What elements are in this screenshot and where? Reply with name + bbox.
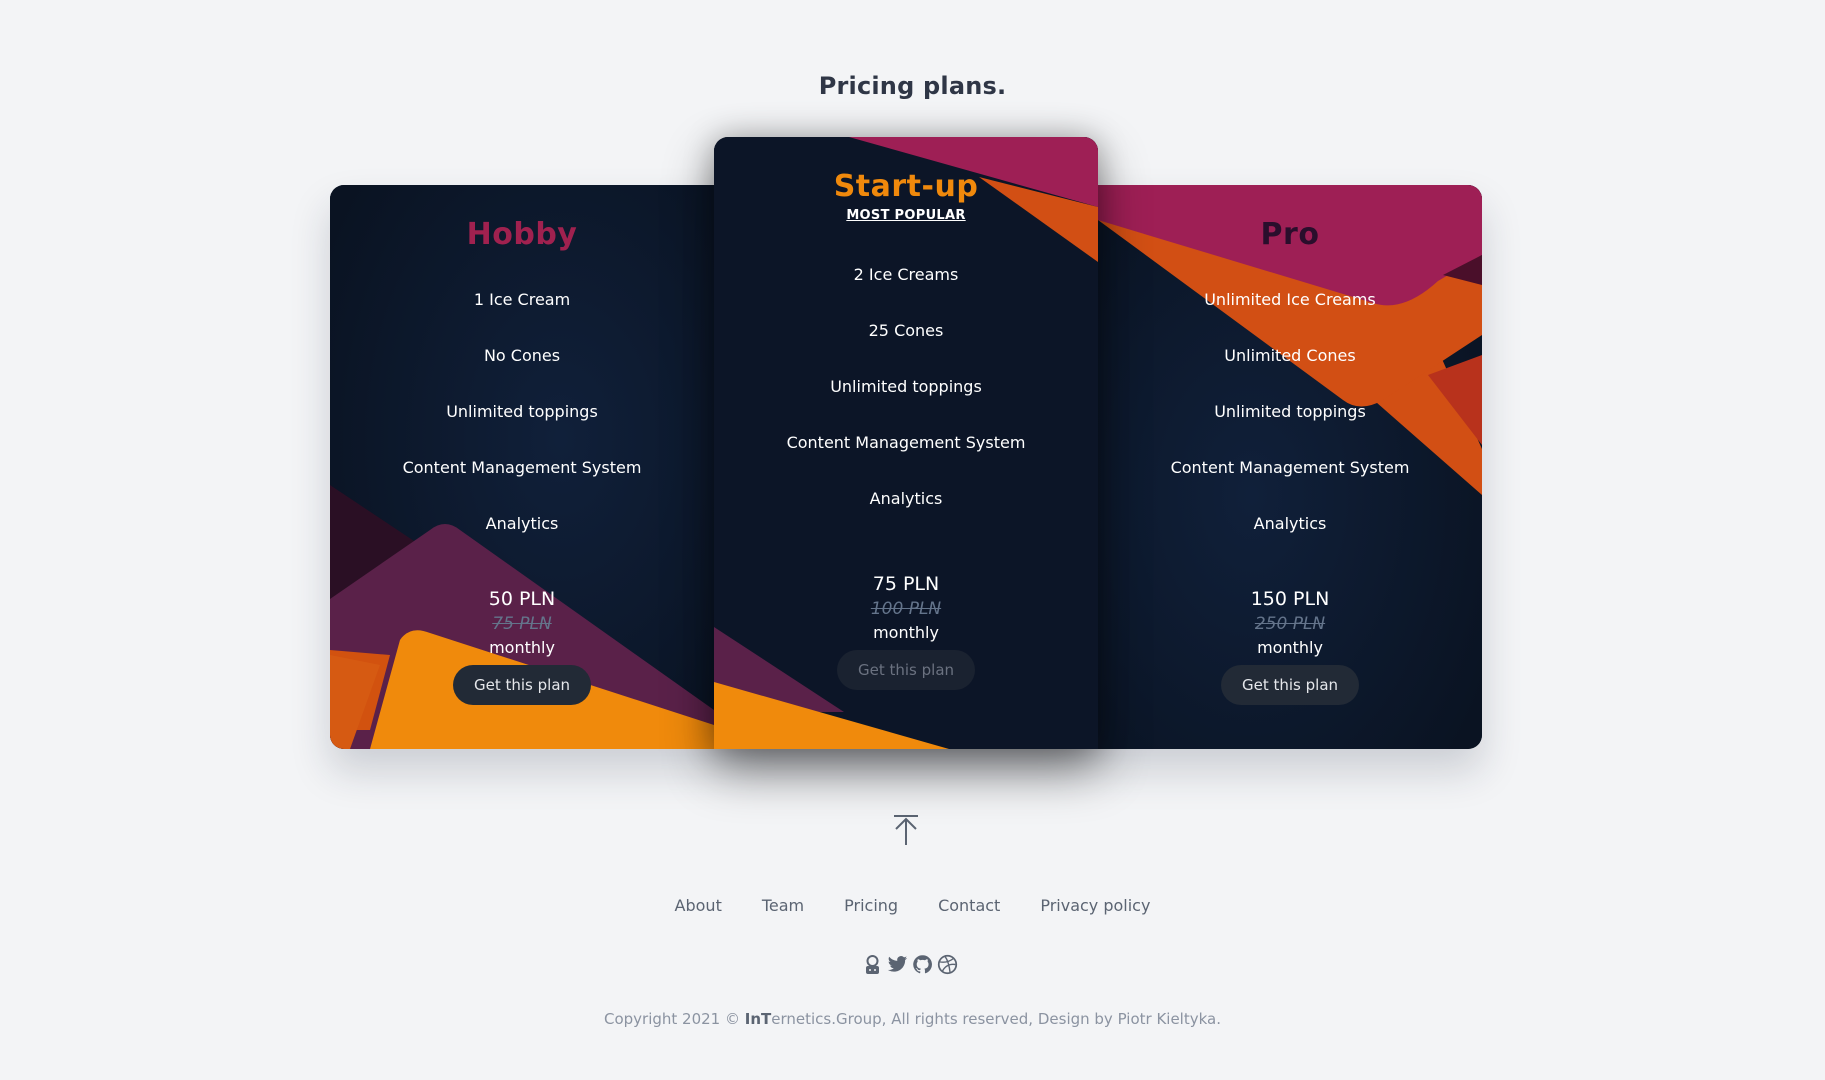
old-price: 100 PLN: [870, 599, 942, 619]
feature-item: Content Management System: [1170, 458, 1410, 477]
price-block: 150 PLN 250 PLN monthly Get this plan: [1098, 586, 1482, 705]
keybase-icon[interactable]: [862, 954, 883, 975]
feature-item: 25 Cones: [868, 321, 944, 340]
copyright-suffix: ernetics.Group, All rights reserved, Des…: [771, 1010, 1221, 1028]
get-plan-button-hobby[interactable]: Get this plan: [453, 665, 591, 705]
price-block: 75 PLN 100 PLN monthly Get this plan: [714, 571, 1098, 690]
plan-name: Pro: [1260, 217, 1320, 252]
footer-link-privacy[interactable]: Privacy policy: [1040, 896, 1150, 915]
billing-period: monthly: [489, 638, 555, 657]
most-popular-badge: MOST POPULAR: [846, 208, 966, 223]
feature-item: Content Management System: [786, 433, 1026, 452]
social-links: [860, 954, 960, 976]
feature-item: Analytics: [485, 514, 559, 533]
twitter-icon[interactable]: [887, 954, 908, 975]
plan-name: Start-up: [833, 169, 979, 204]
footer-link-pricing[interactable]: Pricing: [844, 896, 898, 915]
plan-name: Hobby: [466, 217, 578, 252]
plan-card-pro: Pro Unlimited Ice Creams Unlimited Cones…: [1098, 185, 1482, 749]
footer-link-team[interactable]: Team: [762, 896, 804, 915]
get-plan-button-pro[interactable]: Get this plan: [1221, 665, 1359, 705]
feature-item: Unlimited toppings: [446, 402, 598, 421]
feature-item: Unlimited toppings: [1214, 402, 1366, 421]
billing-period: monthly: [1257, 638, 1323, 657]
old-price: 250 PLN: [1254, 614, 1326, 634]
price-block: 50 PLN 75 PLN monthly Get this plan: [330, 586, 714, 705]
section-title: Pricing plans.: [818, 72, 1007, 100]
feature-item: 2 Ice Creams: [853, 265, 959, 284]
footer-link-contact[interactable]: Contact: [938, 896, 1000, 915]
github-icon[interactable]: [912, 954, 933, 975]
copyright: Copyright 2021 © InTernetics.Group, All …: [0, 1010, 1825, 1028]
footer-nav: About Team Pricing Contact Privacy polic…: [0, 896, 1825, 915]
feature-list: 2 Ice Creams 25 Cones Unlimited toppings…: [714, 265, 1098, 545]
feature-item: Content Management System: [402, 458, 642, 477]
plan-card-hobby: Hobby 1 Ice Cream No Cones Unlimited top…: [330, 185, 714, 749]
price: 50 PLN: [488, 588, 556, 610]
feature-item: Unlimited Cones: [1224, 346, 1356, 365]
feature-item: 1 Ice Cream: [473, 290, 571, 309]
copyright-prefix: Copyright 2021 ©: [603, 1010, 745, 1028]
billing-period: monthly: [873, 623, 939, 642]
feature-item: Unlimited Ice Creams: [1204, 290, 1376, 309]
dribbble-icon[interactable]: [937, 954, 958, 975]
feature-list: 1 Ice Cream No Cones Unlimited toppings …: [330, 290, 714, 570]
feature-item: Unlimited toppings: [830, 377, 982, 396]
feature-item: Analytics: [1253, 514, 1327, 533]
footer-link-about[interactable]: About: [675, 896, 722, 915]
brand-name[interactable]: InT: [745, 1010, 772, 1028]
feature-item: Analytics: [869, 489, 943, 508]
old-price: 75 PLN: [492, 614, 552, 634]
get-plan-button-startup[interactable]: Get this plan: [837, 650, 975, 690]
arrow-up-to-line-icon[interactable]: [893, 814, 919, 846]
price: 75 PLN: [872, 573, 940, 595]
feature-list: Unlimited Ice Creams Unlimited Cones Unl…: [1098, 290, 1482, 570]
feature-item: No Cones: [483, 346, 561, 365]
price: 150 PLN: [1250, 588, 1330, 610]
plan-card-startup: Start-up MOST POPULAR 2 Ice Creams 25 Co…: [714, 137, 1098, 749]
